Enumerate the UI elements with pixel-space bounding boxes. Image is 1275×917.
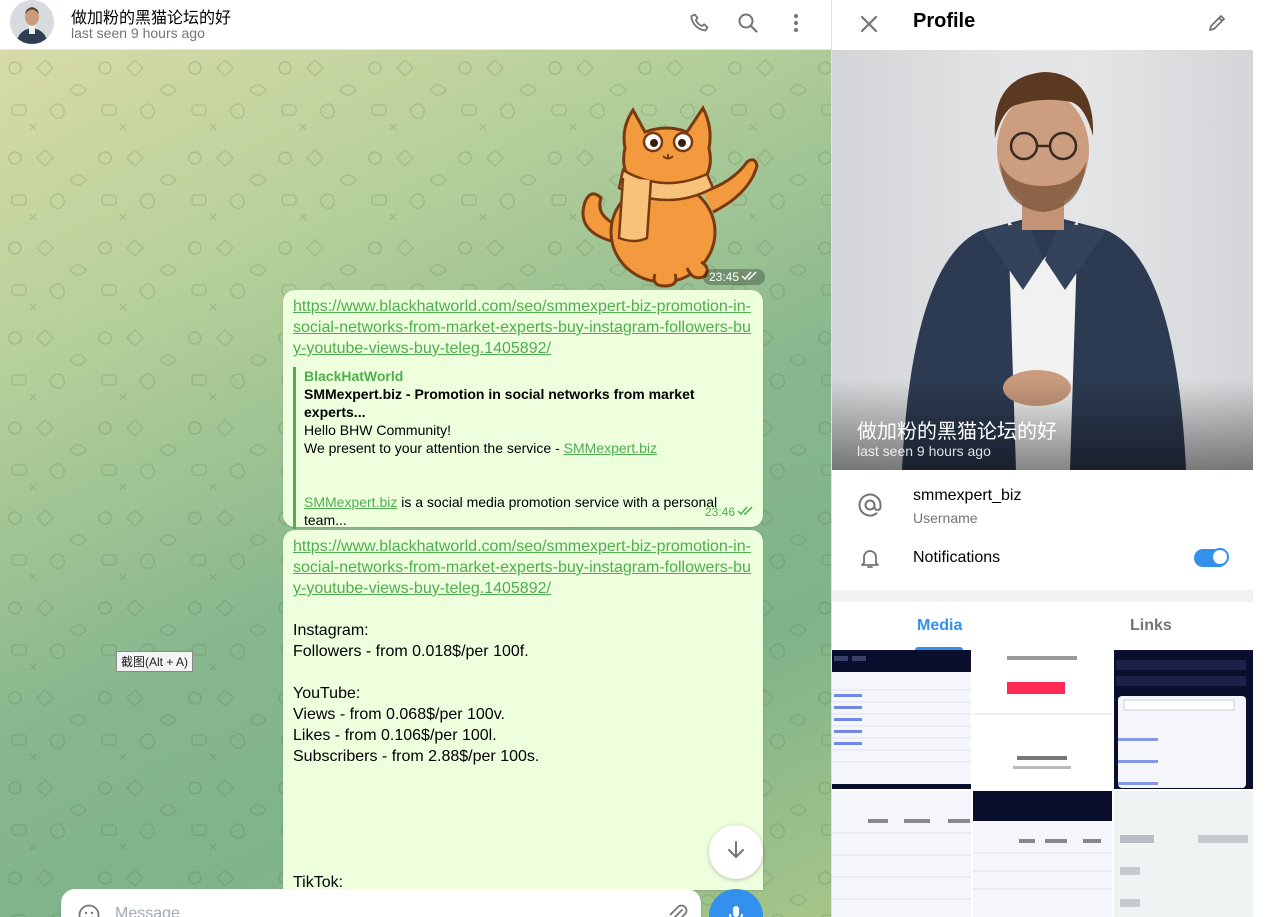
- sticker-time-label: 23:45: [709, 270, 740, 284]
- message-input[interactable]: [115, 901, 635, 917]
- message-line: TikTok:: [293, 874, 344, 890]
- at-sign-icon: [856, 491, 884, 519]
- message-line: [293, 767, 753, 788]
- message-line: Instagram:: [293, 622, 369, 639]
- bell-icon: [856, 544, 884, 572]
- search-icon[interactable]: [734, 9, 762, 37]
- preview-line: Hello BHW Community!: [304, 422, 452, 438]
- page-scrollbar[interactable]: [1253, 0, 1275, 917]
- more-options-icon[interactable]: [782, 9, 810, 37]
- phone-icon[interactable]: [686, 9, 714, 37]
- username-label: Username: [913, 510, 978, 526]
- message-link[interactable]: https://www.blackhatworld.com/seo/smmexp…: [293, 298, 751, 357]
- message-bubble[interactable]: https://www.blackhatworld.com/seo/smmexp…: [283, 530, 763, 890]
- cat-sticker[interactable]: [575, 92, 765, 288]
- message-line: [293, 788, 753, 809]
- message-line: [293, 851, 753, 872]
- media-thumbnail[interactable]: [1114, 650, 1253, 789]
- message-line: [293, 830, 753, 851]
- sticker-time: 23:45: [703, 269, 766, 285]
- link-preview[interactable]: BlackHatWorld SMMexpert.biz - Promotion …: [293, 367, 753, 529]
- read-checkmarks-icon: [737, 502, 755, 523]
- tab-links[interactable]: Links: [1130, 617, 1172, 635]
- chat-avatar[interactable]: [10, 0, 54, 44]
- screenshot-tooltip: 截图(Alt + A): [116, 651, 194, 672]
- microphone-icon: [724, 903, 748, 917]
- media-thumbnail[interactable]: [832, 650, 971, 789]
- profile-tabs: Media Links: [832, 602, 1253, 650]
- profile-panel: Profile 做加粉的黑猫论坛的好 last seen 9 hours ago…: [831, 0, 1253, 917]
- message-time: 23:46: [705, 502, 755, 523]
- preview-site-name: BlackHatWorld: [304, 368, 404, 384]
- username-value[interactable]: smmexpert_biz: [913, 487, 1021, 505]
- message-line: [293, 809, 753, 830]
- chat-header[interactable]: 做加粉的黑猫论坛的好 last seen 9 hours ago: [0, 0, 831, 50]
- preview-link[interactable]: SMMexpert.biz: [304, 494, 397, 510]
- arrow-down-icon: [724, 838, 748, 867]
- media-thumbnail[interactable]: [1114, 791, 1253, 917]
- profile-name: 做加粉的黑猫论坛的好: [857, 421, 1057, 443]
- tab-media[interactable]: Media: [917, 617, 962, 635]
- preview-line: SMMexpert.biz is a social media promotio…: [304, 493, 753, 529]
- message-composer[interactable]: [61, 889, 701, 917]
- message-line: [293, 662, 753, 683]
- message-line: Followers - from 0.018$/per 100f.: [293, 643, 529, 660]
- media-thumbnail[interactable]: [832, 791, 971, 917]
- preview-line: We present to your attention the service…: [304, 439, 753, 457]
- read-checkmarks-icon: [741, 270, 759, 284]
- message-line: Views - from 0.068$/per 100v.: [293, 706, 505, 723]
- message-bubble[interactable]: https://www.blackhatworld.com/seo/smmexp…: [283, 290, 763, 529]
- preview-title: SMMexpert.biz - Promotion in social netw…: [304, 386, 695, 420]
- preview-spacer: [304, 457, 753, 493]
- profile-title: Profile: [913, 10, 976, 32]
- message-time-label: 23:46: [704, 505, 735, 519]
- scroll-down-button[interactable]: [709, 825, 763, 879]
- profile-photo[interactable]: 做加粉的黑猫论坛的好 last seen 9 hours ago: [832, 50, 1253, 470]
- media-thumbnail[interactable]: [973, 650, 1112, 789]
- media-grid: [832, 650, 1253, 917]
- message-line: Likes - from 0.106$/per 100l.: [293, 727, 497, 744]
- emoji-icon[interactable]: [77, 903, 101, 917]
- message-link[interactable]: https://www.blackhatworld.com/seo/smmexp…: [293, 538, 751, 597]
- message-line: Subscribers - from 2.88$/per 100s.: [293, 748, 540, 765]
- chat-panel: 做加粉的黑猫论坛的好 last seen 9 hours ago 23:45 h…: [0, 0, 831, 917]
- edit-pencil-icon[interactable]: [1202, 8, 1232, 38]
- close-icon[interactable]: [854, 9, 884, 39]
- preview-link[interactable]: SMMexpert.biz: [564, 440, 657, 456]
- profile-status: last seen 9 hours ago: [857, 443, 991, 459]
- attach-icon[interactable]: [665, 903, 689, 917]
- notifications-label: Notifications: [913, 549, 1001, 566]
- message-line: YouTube:: [293, 685, 361, 702]
- chat-status: last seen 9 hours ago: [71, 25, 205, 41]
- profile-info-section: smmexpert_biz Username Notifications: [832, 470, 1253, 590]
- notifications-toggle[interactable]: [1194, 548, 1229, 567]
- message-text: Instagram: Followers - from 0.018$/per 10…: [293, 620, 753, 890]
- media-thumbnail[interactable]: [973, 791, 1112, 917]
- preview-text: We present to your attention the service…: [304, 440, 564, 456]
